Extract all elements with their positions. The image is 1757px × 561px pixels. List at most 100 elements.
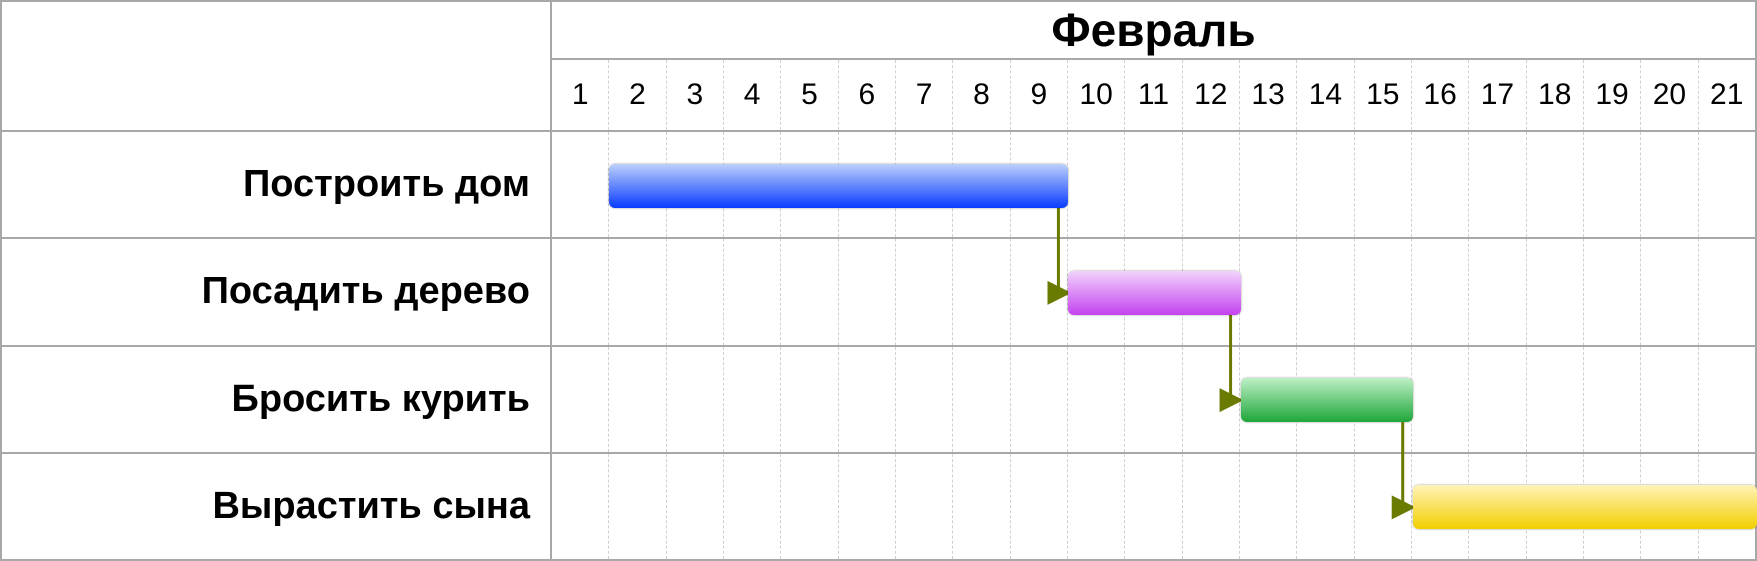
day-label: 15 [1355,60,1412,130]
day-label: 20 [1641,60,1698,130]
grid-col [1412,454,1469,559]
grid-col [1068,239,1125,344]
grid-col [1699,347,1755,452]
day-label: 3 [667,60,724,130]
day-label: 5 [781,60,838,130]
grid-col [1183,347,1240,452]
header-stack: Февраль 12345678910111213141516171819202… [552,2,1755,132]
day-label: 18 [1527,60,1584,130]
day-label: 16 [1412,60,1469,130]
task-label: Посадить дерево [2,239,552,344]
grid-col [1125,239,1182,344]
grid-col [609,347,666,452]
grid-col [1469,454,1526,559]
task-timeline [552,454,1755,559]
grid-col [667,454,724,559]
grid-col [552,239,609,344]
day-label: 6 [839,60,896,130]
grid-col [1240,132,1297,237]
day-label: 14 [1297,60,1354,130]
grid-col [1527,239,1584,344]
days-scale: 123456789101112131415161718192021 [552,60,1755,130]
grid-col [1641,347,1698,452]
grid-col [1355,347,1412,452]
grid-col [953,239,1010,344]
day-label: 13 [1240,60,1297,130]
grid-col [724,454,781,559]
day-label: 2 [609,60,666,130]
grid-col [552,454,609,559]
grid-col [667,347,724,452]
grid-col [1011,347,1068,452]
day-label: 4 [724,60,781,130]
grid-col [1297,347,1354,452]
grid-col [609,132,666,237]
grid-col [839,347,896,452]
task-label: Вырастить сына [2,454,552,559]
grid-col [781,454,838,559]
task-row: Посадить дерево [2,239,1755,346]
day-label: 8 [953,60,1010,130]
grid-col [839,454,896,559]
grid-col [953,454,1010,559]
day-label: 9 [1011,60,1068,130]
grid-col [667,239,724,344]
grid-col [781,347,838,452]
month-title: Февраль [552,2,1755,60]
grid-col [1068,454,1125,559]
day-label: 1 [552,60,609,130]
grid-col [1068,132,1125,237]
day-label: 11 [1125,60,1182,130]
grid-col [1469,347,1526,452]
day-label: 19 [1584,60,1641,130]
grid-col [1125,454,1182,559]
grid-col [1641,132,1698,237]
task-row: Построить дом [2,132,1755,239]
grid-col [896,454,953,559]
grid-col [1699,132,1755,237]
grid-col [1125,132,1182,237]
grid-col [953,132,1010,237]
corner-cell [2,2,552,132]
grid-col [1469,239,1526,344]
grid-col [1527,132,1584,237]
task-label: Построить дом [2,132,552,237]
task-timeline [552,347,1755,452]
grid-col [1355,132,1412,237]
grid-col [896,347,953,452]
task-label: Бросить курить [2,347,552,452]
grid-col [1584,347,1641,452]
grid-col [1699,239,1755,344]
grid-col [1527,454,1584,559]
day-label: 7 [896,60,953,130]
day-label: 12 [1183,60,1240,130]
task-timeline [552,132,1755,237]
grid-col [552,132,609,237]
day-label: 21 [1699,60,1755,130]
grid-col [724,347,781,452]
grid-col [1297,132,1354,237]
grid-col [1527,347,1584,452]
grid-col [1240,239,1297,344]
grid-col [1699,454,1755,559]
grid-col [1412,347,1469,452]
grid-col [1584,132,1641,237]
grid-col [781,239,838,344]
gantt-body: Построить домПосадить деревоБросить кури… [2,132,1755,559]
grid-col [1240,454,1297,559]
day-label: 10 [1068,60,1125,130]
grid-col [839,239,896,344]
grid-col [552,347,609,452]
grid-col [1011,132,1068,237]
grid-col [1011,239,1068,344]
grid-col [1183,454,1240,559]
task-row: Вырастить сына [2,454,1755,559]
task-row: Бросить курить [2,347,1755,454]
grid-col [781,132,838,237]
grid-col [1412,132,1469,237]
grid-col [1183,132,1240,237]
grid-col [724,132,781,237]
task-timeline [552,239,1755,344]
grid-col [1641,454,1698,559]
grid-col [1297,239,1354,344]
